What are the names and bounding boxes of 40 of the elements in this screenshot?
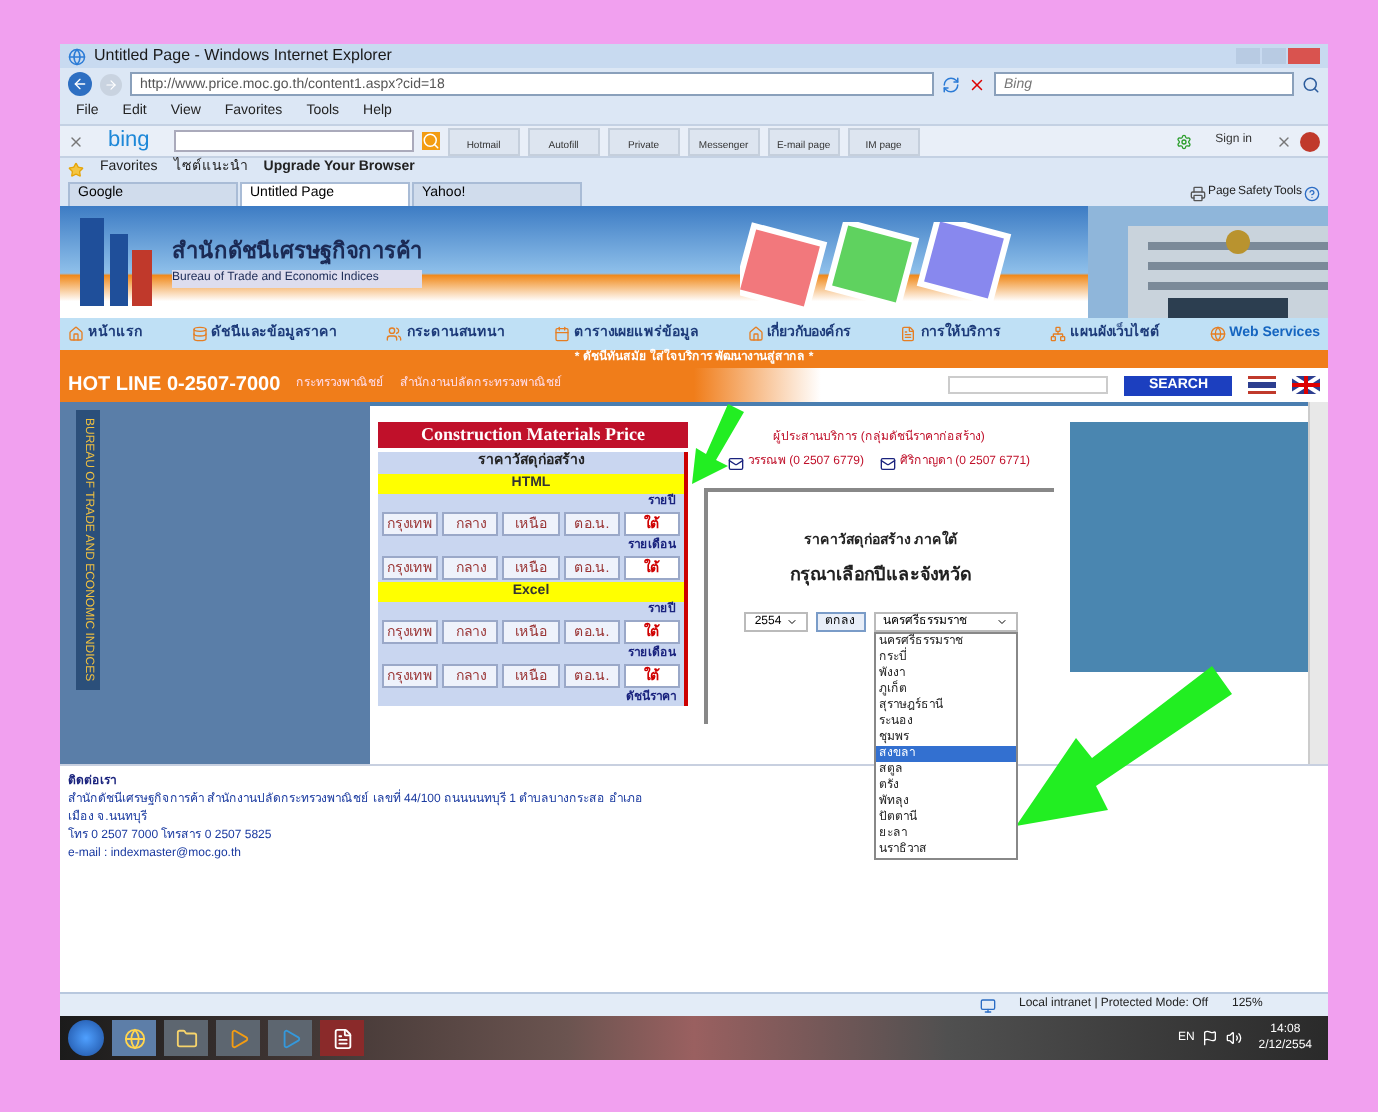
print-icon[interactable] [1189,186,1206,202]
thai-flag-icon[interactable] [1248,376,1276,394]
close-icon[interactable] [68,133,84,149]
mail-icon [727,455,744,471]
uk-flag-icon[interactable] [1292,376,1320,394]
selector-prompt: กรุณาเลือกปีและจังหวัด [790,561,972,588]
document-taskbar-icon[interactable] [320,1020,364,1056]
help-icon[interactable] [1304,186,1320,202]
volume-icon[interactable] [1226,1030,1243,1046]
back-icon[interactable] [68,72,92,96]
nav-icon [386,326,403,342]
media-taskbar-icon[interactable] [216,1020,260,1056]
window-title: Untitled Page - Windows Internet Explorer [94,44,394,68]
flag-icon[interactable] [1202,1030,1219,1046]
nav-icon [68,326,84,342]
search-icon[interactable] [1302,75,1320,93]
logo-icon [76,214,156,310]
folder-taskbar-icon[interactable] [164,1020,208,1056]
refresh-icon[interactable] [942,75,960,93]
nav-icon [191,326,208,342]
nav-icon [1209,326,1226,342]
window-controls-icon[interactable] [1236,48,1320,64]
nav-icon [900,326,917,342]
toolbar-logo: bing [106,126,152,157]
panel-title: Construction Materials Price [421,421,645,448]
intranet-icon [979,997,995,1013]
scrollbar[interactable] [1308,402,1328,764]
browser-taskbar-icon[interactable] [112,1020,156,1056]
mail-icon [880,455,896,471]
site-name: สำนักดัชนีเศรษฐกิจการค้า [172,237,422,269]
nav-icon [747,326,764,342]
toolbar-search-field[interactable] [173,130,414,152]
site-search-field[interactable] [948,376,1109,394]
close-icon[interactable] [1276,133,1292,149]
hotline: HOT LINE 0-2507-7000 [68,372,281,400]
browser-icon [68,47,86,65]
nav-icon [1049,326,1066,342]
stop-icon[interactable] [968,75,986,93]
start-button[interactable] [68,1020,104,1056]
nav-icon [553,326,570,342]
